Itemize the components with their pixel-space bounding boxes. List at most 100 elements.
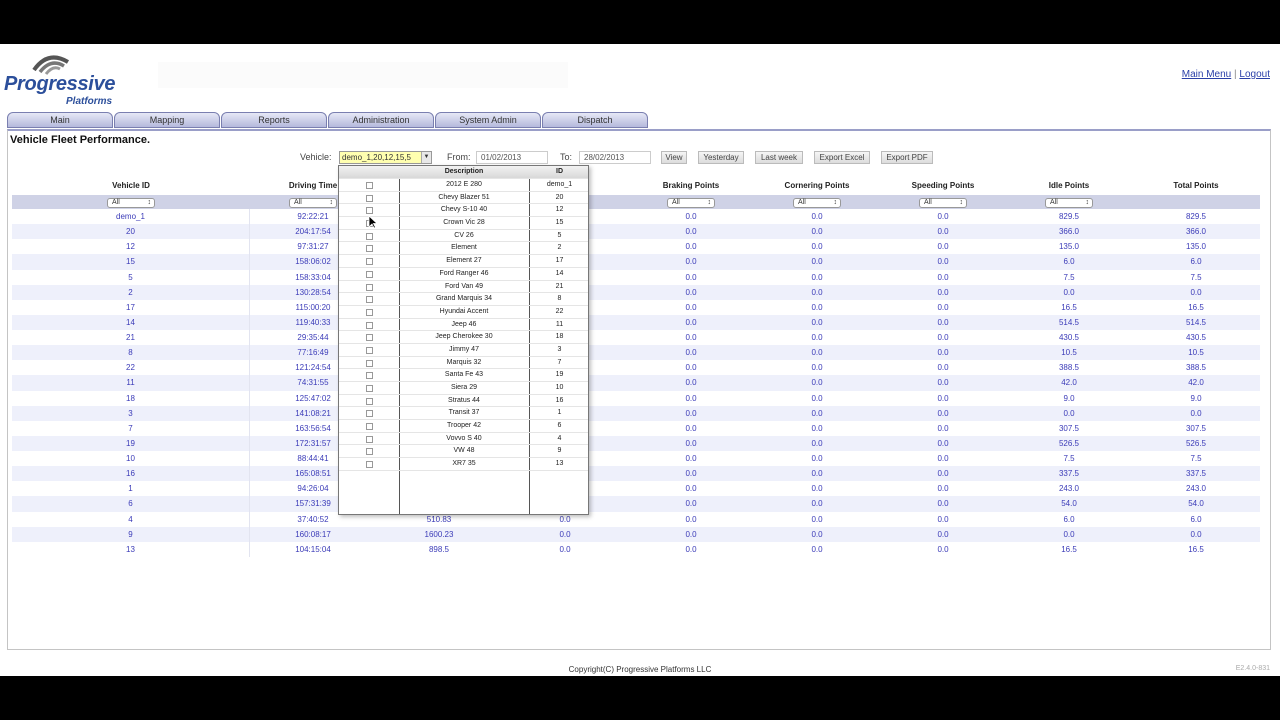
dropdown-item[interactable]: Hyundai Accent 22 [339,306,588,319]
header-cornering-points[interactable]: Cornering Points [754,177,880,195]
from-date-input[interactable]: 01/02/2013 [476,151,548,164]
dropdown-item-description: XR7 35 [452,460,476,468]
header-vehicle-id[interactable]: Vehicle ID [12,177,250,195]
table-row[interactable]: 5 158:33:04 0.0 0.0 0.0 7.5 7.5 [12,269,1260,285]
to-date-input[interactable]: 28/02/2013 [579,151,651,164]
table-row[interactable]: 7 163:56:54 0.0 0.0 0.0 307.5 307.5 [12,420,1260,436]
dropdown-item-checkbox[interactable] [366,182,373,189]
dropdown-item-checkbox[interactable] [366,232,373,240]
cell-idle-points: 42.0 [1061,378,1077,388]
dropdown-item-checkbox[interactable] [366,372,373,380]
dropdown-item[interactable]: Vovvo S 40 4 [339,433,588,446]
filter-select-speeding-points[interactable]: All [919,198,967,208]
header-speeding-points[interactable]: Speeding Points [880,177,1006,195]
dropdown-item-checkbox[interactable] [366,321,373,329]
main-menu-link[interactable]: Main Menu [1182,69,1231,80]
logout-link[interactable]: Logout [1239,69,1270,80]
dropdown-item[interactable]: VW 48 9 [339,445,588,459]
table-row[interactable]: 20 204:17:54 0.0 0.0 0.0 366.0 366.0 [12,224,1260,240]
dropdown-item-checkbox[interactable] [366,448,373,456]
dropdown-item-checkbox[interactable] [366,423,373,431]
dropdown-item[interactable]: Jeep Cherokee 30 18 [339,331,588,344]
cell-braking-points: 0.0 [685,227,697,237]
dropdown-item-checkbox[interactable] [366,194,373,202]
tab-reports[interactable]: Reports [221,112,327,128]
table-row[interactable]: 14 119:40:33 0.0 0.0 0.0 514.5 514.5 [12,314,1260,330]
dropdown-item[interactable]: Element 2 [339,242,588,256]
tab-system-admin[interactable]: System Admin [435,112,541,128]
table-row[interactable]: 8 77:16:49 0.0 0.0 0.0 10.5 10.5 [12,345,1260,361]
dropdown-item-id: 12 [555,206,564,214]
table-row[interactable]: 4 37:40:52 510.83 0.0 0.0 0.0 0.0 6.0 6.0 [12,511,1260,527]
dropdown-item[interactable]: Trooper 42 6 [339,420,588,433]
dropdown-item-checkbox[interactable] [366,410,373,418]
dropdown-item[interactable]: Ford Van 49 21 [339,281,588,294]
dropdown-item-checkbox[interactable] [366,334,373,342]
tab-mapping[interactable]: Mapping [114,112,220,128]
cell-total-points: 9.0 [1190,393,1202,403]
table-row[interactable]: 3 141:08:21 0.0 0.0 0.0 0.0 0.0 [12,405,1260,421]
tab-administration[interactable]: Administration [328,112,434,128]
dropdown-item[interactable]: Marquis 32 7 [339,357,588,370]
table-row[interactable]: 9 160:08:17 1600.23 0.0 0.0 0.0 0.0 0.0 0.0 [12,526,1260,542]
header-idle-points[interactable]: Idle Points [1006,177,1132,195]
filter-select-braking-points[interactable]: All [667,198,715,208]
dropdown-item-checkbox[interactable] [366,245,373,253]
dropdown-item[interactable]: Santa Fe 43 19 [339,369,588,382]
dropdown-item[interactable]: Stratus 44 16 [339,395,588,408]
table-row[interactable]: 17 115:00:20 0.0 0.0 0.0 16.5 16.5 [12,299,1260,315]
table-row[interactable]: 19 172:31:57 0.0 0.0 0.0 526.5 526.5 [12,435,1260,451]
table-row[interactable]: demo_1 92:22:21 0.0 0.0 0.0 829.5 829.5 [12,209,1260,225]
header-total-points[interactable]: Total Points [1132,177,1260,195]
filter-select-vehicle-id[interactable]: All [107,198,155,208]
dropdown-item[interactable]: XR7 35 13 [339,458,588,471]
dropdown-item[interactable]: Grand Marquis 34 8 [339,293,588,306]
dropdown-item-checkbox[interactable] [366,385,373,392]
export-excel-button[interactable]: Export Excel [814,151,870,164]
vehicle-select[interactable]: demo_1,20,12,15,5 ▼ [339,151,432,164]
dropdown-item[interactable]: Element 27 17 [339,255,588,268]
table-row[interactable]: 22 121:24:54 0.0 0.0 0.0 388.5 388.5 [12,360,1260,376]
tab-main[interactable]: Main [7,112,113,128]
dropdown-item-checkbox[interactable] [366,359,373,367]
dropdown-item-checkbox[interactable] [366,461,373,469]
table-row[interactable]: 15 158:06:02 0.0 0.0 0.0 6.0 6.0 [12,254,1260,270]
dropdown-item-checkbox[interactable] [366,270,373,278]
tab-dispatch[interactable]: Dispatch [542,112,648,128]
dropdown-item[interactable]: CV 26 5 [339,230,588,243]
table-row[interactable]: 16165:08:511758.960.00.00.00.0337.5337.5 [12,466,1260,482]
table-row[interactable]: 2 130:28:54 0.0 0.0 0.0 0.0 0.0 [12,284,1260,300]
view-button[interactable]: View [661,151,687,164]
table-row[interactable]: 12 97:31:27 0.0 0.0 0.0 135.0 135.0 [12,239,1260,255]
cell-vehicle-id: 6 [12,496,250,512]
filter-select-cornering-points[interactable]: All [793,198,841,208]
dropdown-item-checkbox[interactable] [366,435,373,443]
yesterday-button[interactable]: Yesterday [698,151,744,164]
dropdown-item-checkbox[interactable] [366,207,373,215]
dropdown-item[interactable]: Transit 37 1 [339,407,588,421]
dropdown-item-checkbox[interactable] [366,258,373,266]
last-week-button[interactable]: Last week [755,151,803,164]
dropdown-item[interactable]: Siera 29 10 [339,382,588,395]
header-braking-points[interactable]: Braking Points [628,177,754,195]
dropdown-item-checkbox[interactable] [366,346,373,354]
table-row[interactable]: 6157:31:391040.70.00.00.00.054.054.0 [12,496,1260,512]
dropdown-item[interactable]: Ford Ranger 46 14 [339,268,588,281]
dropdown-item[interactable]: Jimmy 47 3 [339,344,588,357]
dropdown-item[interactable]: 2012 E 280 demo_1 [339,179,588,192]
export-pdf-button[interactable]: Export PDF [881,151,933,164]
filter-select-idle-points[interactable]: All [1045,198,1093,208]
table-row[interactable]: 11 74:31:55 0.0 0.0 0.0 42.0 42.0 [12,375,1260,391]
dropdown-item-checkbox[interactable] [366,308,373,316]
table-row[interactable]: 21 29:35:44 0.0 0.0 0.0 430.5 430.5 [12,330,1260,346]
table-row[interactable]: 13 104:15:04 898.5 0.0 0.0 0.0 0.0 16.5 16.5 [12,541,1260,557]
dropdown-item-checkbox[interactable] [366,296,373,304]
dropdown-item[interactable]: Chevy Blazer 51 20 [339,192,588,205]
filter-select-driving-time[interactable]: All [289,198,337,208]
dropdown-item[interactable]: Jeep 46 11 [339,319,588,332]
dropdown-item-checkbox[interactable] [366,283,373,291]
table-row[interactable]: 18 125:47:02 0.0 0.0 0.0 9.0 9.0 [12,390,1260,406]
table-row[interactable]: 194:26:041089.950.00.00.00.0243.0243.0 [12,481,1260,497]
dropdown-item-checkbox[interactable] [366,397,373,405]
table-row[interactable]: 10 88:44:41 0.0 0.0 0.0 7.5 7.5 [12,451,1260,467]
